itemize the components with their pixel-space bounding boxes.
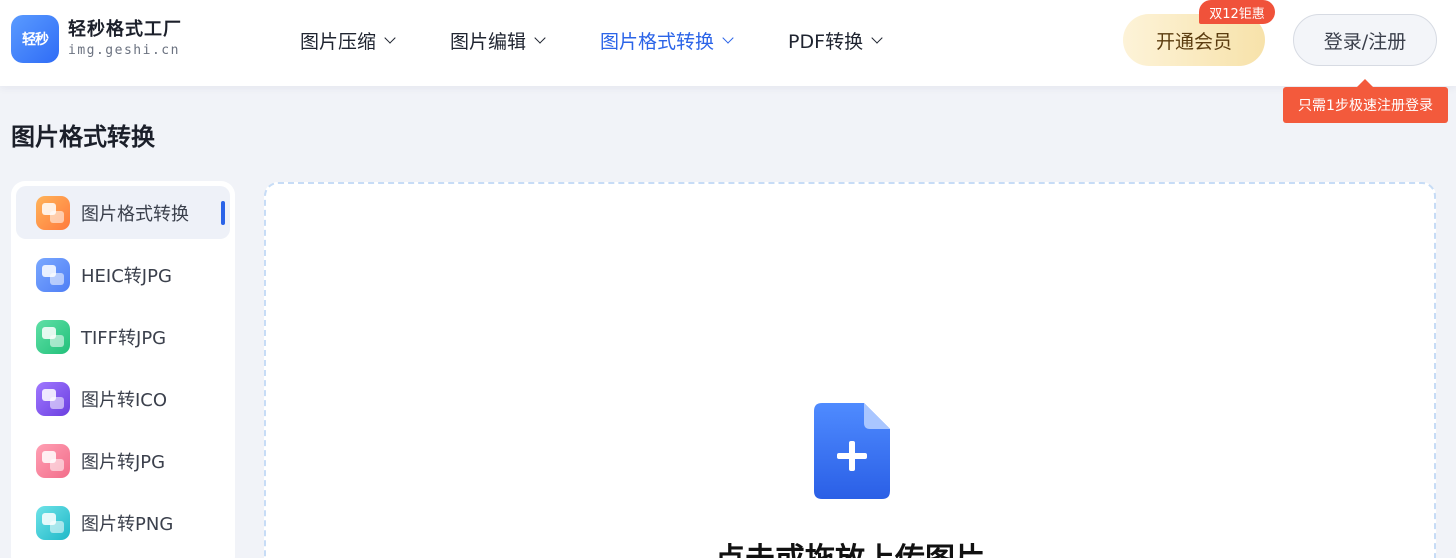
sidebar-item-heic-to-jpg[interactable]: HEIC转JPG [16,248,230,301]
nav-image-compress[interactable]: 图片压缩 [300,27,396,54]
main-nav: 图片压缩 图片编辑 图片格式转换 PDF转换 [300,0,937,80]
tiff-icon [36,319,70,354]
upload-dropzone[interactable]: 点击或拖放上传图片 [264,182,1436,558]
site-logo[interactable]: 轻秒 轻秒格式工厂 img.geshi.cn [11,15,182,63]
nav-label: 图片编辑 [450,30,527,53]
logo-text: 轻秒格式工厂 img.geshi.cn [68,18,182,60]
sidebar-item-label: 图片转ICO [81,389,168,411]
login-tooltip: 只需1步极速注册登录 [1283,79,1448,123]
image-convert-icon [36,195,70,230]
ico-icon [36,381,70,416]
sidebar-item-image-format-convert[interactable]: 图片格式转换 [16,186,230,239]
logo-title: 轻秒格式工厂 [68,19,182,40]
sidebar-item-label: HEIC转JPG [81,265,172,287]
sidebar-item-label: TIFF转JPG [81,327,167,349]
chevron-down-icon [871,31,883,44]
sidebar: 图片格式转换 HEIC转JPG TIFF转JPG 图片转ICO 图片转JPG 图… [11,181,235,558]
promo-badge: 双12钜惠 [1199,0,1275,24]
nav-image-edit[interactable]: 图片编辑 [450,27,546,54]
heic-icon [36,257,70,292]
sidebar-item-label: 图片转PNG [81,513,174,535]
chevron-down-icon [722,31,734,44]
upload-title: 点击或拖放上传图片 [266,534,1434,558]
sidebar-item-image-to-ico[interactable]: 图片转ICO [16,372,230,425]
sidebar-item-tiff-to-jpg[interactable]: TIFF转JPG [16,310,230,363]
chevron-down-icon [384,31,396,44]
sidebar-item-label: 图片格式转换 [81,203,189,225]
file-add-icon [814,403,890,499]
jpg-icon [36,443,70,478]
chevron-down-icon [534,31,546,44]
nav-label: 图片格式转换 [600,30,715,53]
nav-label: 图片压缩 [300,30,377,53]
sidebar-item-image-to-png[interactable]: 图片转PNG [16,496,230,549]
logo-badge: 轻秒 [11,15,59,63]
sidebar-item-image-to-jpg[interactable]: 图片转JPG [16,434,230,487]
page-title: 图片格式转换 [11,123,155,151]
png-icon [36,505,70,540]
nav-image-format-convert[interactable]: 图片格式转换 [600,27,734,54]
nav-label: PDF转换 [788,30,864,53]
nav-pdf-convert[interactable]: PDF转换 [788,27,883,54]
top-header: 轻秒 轻秒格式工厂 img.geshi.cn 图片压缩 图片编辑 图片格式转换 … [0,0,1456,86]
logo-domain: img.geshi.cn [68,43,180,58]
sidebar-item-label: 图片转JPG [81,451,166,473]
login-register-button[interactable]: 登录/注册 [1293,14,1437,66]
